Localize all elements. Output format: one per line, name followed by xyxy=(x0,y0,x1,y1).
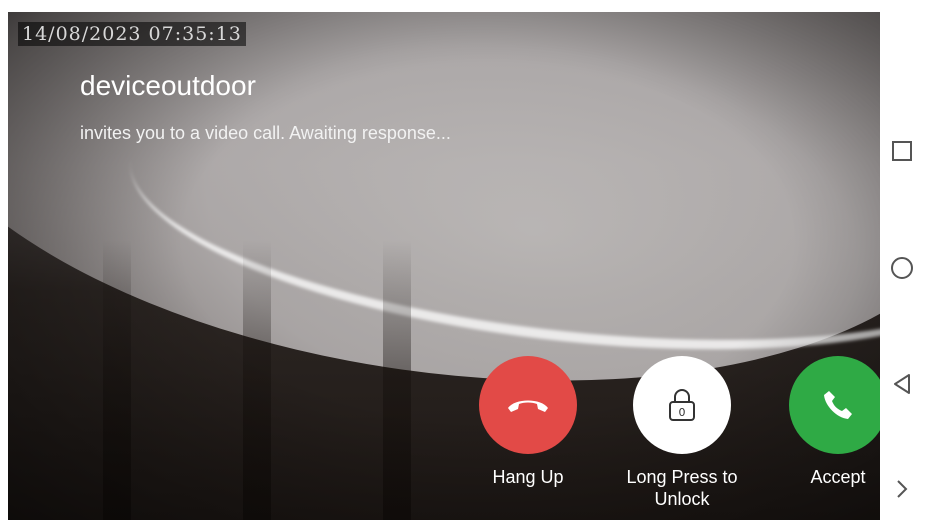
back-triangle-icon xyxy=(894,374,910,394)
chevron-right-icon xyxy=(897,480,908,498)
video-intercom-screen: 14/08/2023 07:35:13 deviceoutdoor invite… xyxy=(0,0,925,523)
recents-button[interactable] xyxy=(888,137,916,165)
unlock-button[interactable]: 0 Long Press to Unlock xyxy=(622,356,742,510)
back-button[interactable] xyxy=(888,370,916,398)
hang-up-circle[interactable] xyxy=(479,356,577,454)
call-status-text: invites you to a video call. Awaiting re… xyxy=(80,123,451,143)
caller-name: deviceoutdoor xyxy=(80,70,256,101)
navigation-bar xyxy=(880,0,925,523)
recents-square-icon xyxy=(892,141,912,161)
phone-icon xyxy=(824,391,852,419)
more-button[interactable] xyxy=(888,475,916,503)
hang-up-label: Hang Up xyxy=(492,467,564,487)
home-circle-icon xyxy=(891,257,913,279)
hang-up-button[interactable]: Hang Up xyxy=(468,356,588,488)
home-button[interactable] xyxy=(888,254,916,282)
unlock-circle[interactable]: 0 xyxy=(633,356,731,454)
unlock-label: Long Press to Unlock xyxy=(626,467,738,509)
lock-icon: 0 xyxy=(669,389,695,421)
timestamp: 14/08/2023 07:35:13 xyxy=(18,22,246,46)
phone-hangup-icon xyxy=(508,400,548,412)
lock-badge: 0 xyxy=(679,406,686,419)
accept-circle[interactable] xyxy=(789,356,887,454)
